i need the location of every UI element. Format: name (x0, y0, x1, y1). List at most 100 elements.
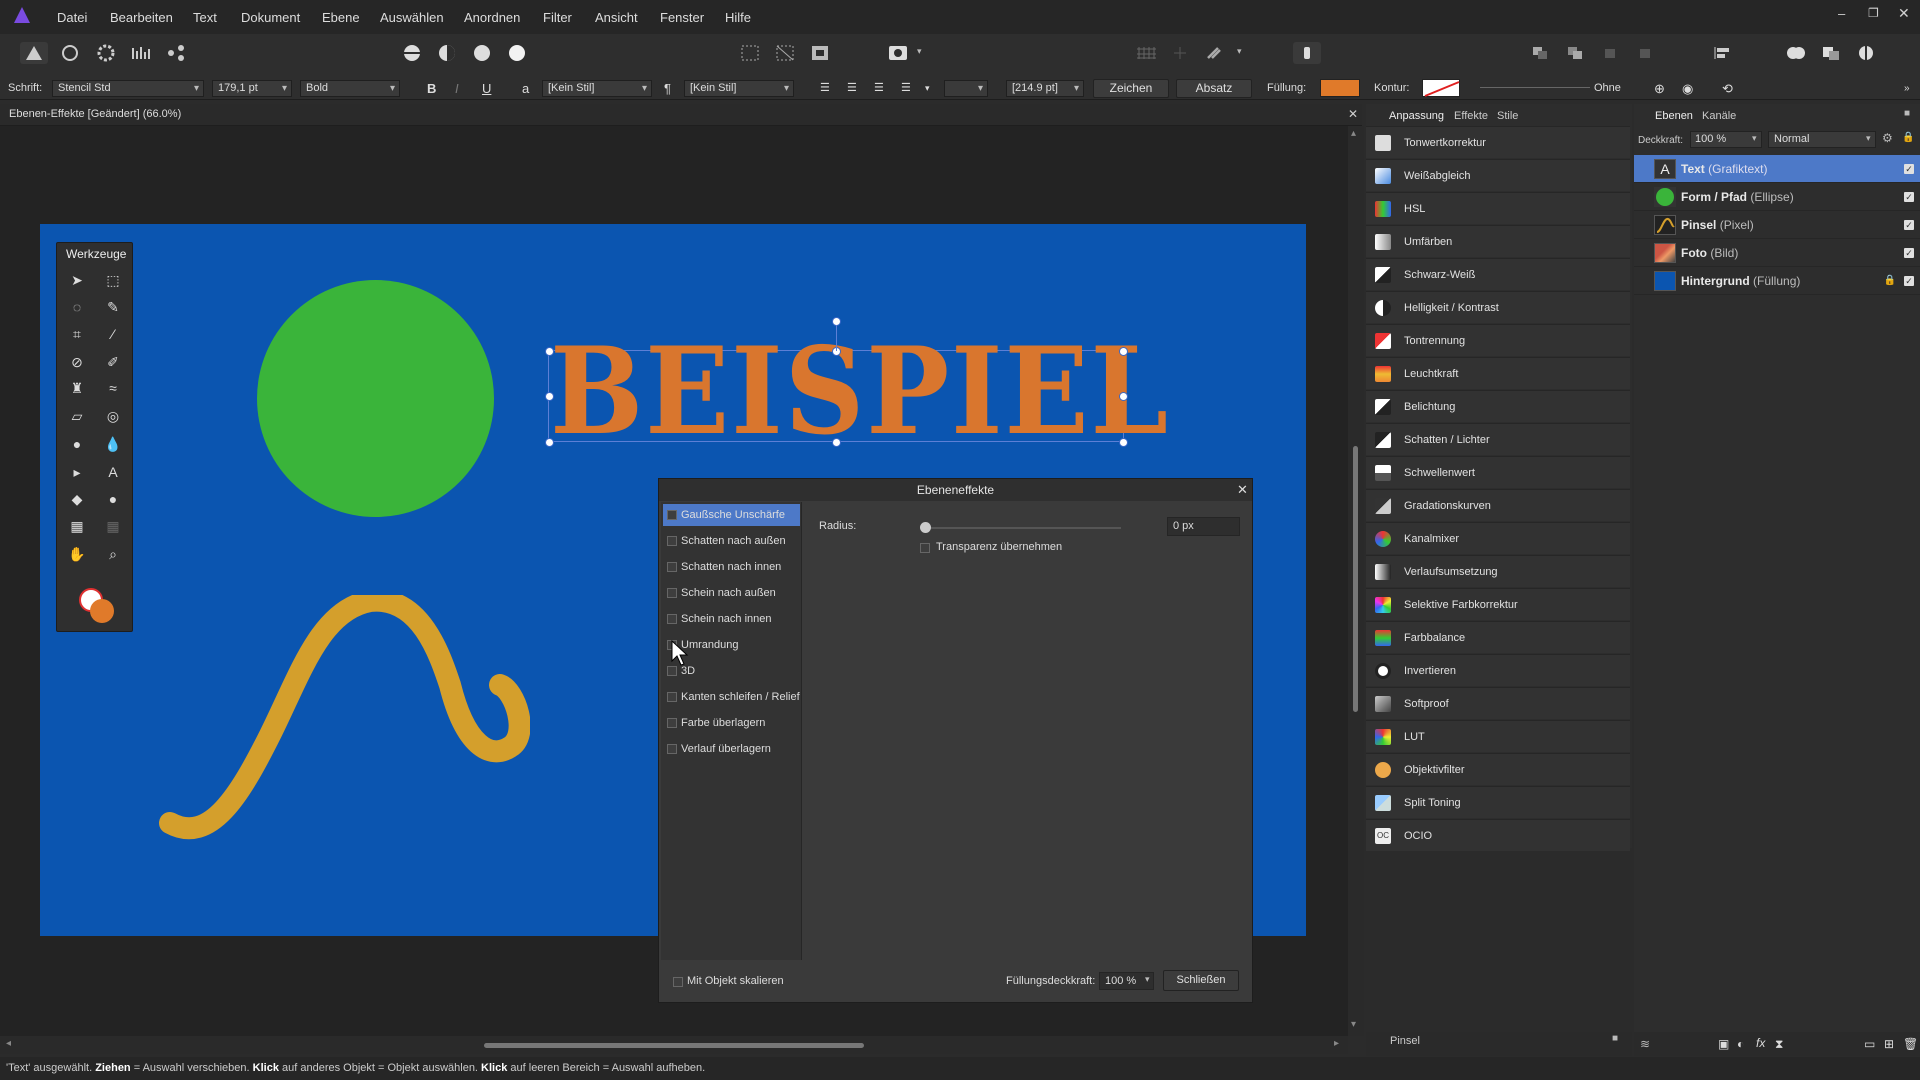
font-size-select[interactable]: 179,1 pt (212, 80, 292, 97)
v-scroll-thumb[interactable] (1353, 446, 1358, 712)
adj-objektivfilter[interactable]: Objektivfilter (1366, 753, 1630, 785)
more-options-icon[interactable]: » (1904, 80, 1910, 97)
adj-umfaerben[interactable]: Umfärben (1366, 225, 1630, 257)
perspective-tool-icon[interactable]: ▦ (102, 515, 124, 537)
h-scroll-thumb[interactable] (484, 1043, 864, 1048)
tab-kanaele[interactable]: Kanäle (1702, 110, 1736, 122)
healing-tool-icon[interactable]: ◎ (102, 405, 124, 427)
quick-mask-dropdown-icon[interactable]: ▾ (917, 46, 922, 57)
effect-inner-glow[interactable]: Schein nach innen (663, 608, 800, 630)
delete-layer-icon[interactable]: 🗑 (1903, 1037, 1918, 1051)
handle-tr[interactable] (1119, 347, 1128, 356)
fill-opacity-dropdown-icon[interactable]: ▾ (1145, 974, 1150, 985)
font-style-select[interactable]: Bold (300, 80, 400, 97)
boolean-add-icon[interactable] (1782, 42, 1810, 64)
layer-text[interactable]: A Text (Grafiktext) ✓ (1634, 155, 1920, 183)
handle-bm[interactable] (832, 438, 841, 447)
document-tab[interactable]: Ebenen-Effekte [Geändert] (66.0%) ✕ (0, 104, 1362, 126)
stroke-swatch[interactable] (1422, 79, 1460, 97)
snapping-dropdown-icon[interactable]: ▾ (1237, 46, 1242, 57)
smudge-tool-icon[interactable]: ≈ (102, 377, 124, 399)
photo-persona-icon[interactable] (20, 42, 48, 64)
absatz-button[interactable]: Absatz (1176, 79, 1252, 98)
effect-outer-glow[interactable]: Schein nach außen (663, 582, 800, 604)
adj-lut[interactable]: LUT (1366, 720, 1630, 752)
radius-input[interactable]: 0 px (1167, 517, 1240, 536)
visibility-checkbox[interactable]: ✓ (1904, 164, 1914, 174)
dialog-close-icon[interactable]: ✕ (1237, 482, 1248, 498)
tab-effekte[interactable]: Effekte (1454, 110, 1488, 122)
char-style-select[interactable]: [Kein Stil] (542, 80, 652, 97)
adj-selektive-farbkorrektur[interactable]: Selektive Farbkorrektur (1366, 588, 1630, 620)
arrange-front-icon[interactable] (1631, 42, 1659, 64)
menu-ansicht[interactable]: Ansicht (595, 10, 638, 25)
underline-button[interactable]: U (482, 80, 491, 97)
shape-tool-icon[interactable]: ● (102, 488, 124, 510)
close-document-icon[interactable]: ✕ (1348, 107, 1358, 121)
minimize-icon[interactable]: – (1838, 6, 1845, 21)
adj-ocio[interactable]: OC OCIO (1366, 819, 1630, 851)
menu-fenster[interactable]: Fenster (660, 10, 704, 25)
add-layer-icon[interactable]: ⊞ (1884, 1037, 1894, 1051)
selection-brush-tool-icon[interactable]: ✎ (102, 296, 124, 318)
list-style-select[interactable] (944, 80, 988, 97)
auto-levels-icon[interactable] (398, 42, 426, 64)
boolean-intersect-icon[interactable] (1852, 42, 1880, 64)
adj-kanalmixer[interactable]: Kanalmixer (1366, 522, 1630, 554)
selection-rect-icon[interactable] (736, 42, 764, 64)
handle-mr[interactable] (1119, 392, 1128, 401)
move-tool-icon[interactable]: ➤ (66, 269, 88, 291)
layer-foto[interactable]: Foto (Bild) ✓ (1634, 239, 1920, 267)
menu-anordnen[interactable]: Anordnen (464, 10, 520, 25)
arrange-backward-icon[interactable] (1561, 42, 1589, 64)
visibility-checkbox[interactable]: ✓ (1904, 276, 1914, 286)
effect-bevel-emboss[interactable]: Kanten schleifen / Relief (663, 686, 800, 708)
adj-hsl[interactable]: HSL (1366, 192, 1630, 224)
adj-schatten-lichter[interactable]: Schatten / Lichter (1366, 423, 1630, 455)
transform-icon[interactable]: ⊕ (1654, 80, 1665, 97)
canvas-text-beispiel[interactable]: BEISPIEL (550, 332, 1168, 452)
liquify-persona-icon[interactable] (56, 42, 84, 64)
paint-mixer-tool-icon[interactable]: ⊘ (66, 351, 88, 373)
justify-dropdown-icon[interactable]: ▾ (925, 80, 930, 97)
eraser-tool-icon[interactable]: ▱ (66, 405, 88, 427)
adj-tonwertkorrektur[interactable]: Tonwertkorrektur (1366, 126, 1630, 158)
invert-selection-icon[interactable] (806, 42, 834, 64)
fill-swatch[interactable] (1320, 79, 1360, 97)
scroll-up-icon[interactable]: ▴ (1351, 128, 1356, 139)
color-picker-tool-icon[interactable]: ⁄ (102, 323, 124, 345)
develop-persona-icon[interactable] (92, 42, 120, 64)
close-button[interactable]: Schließen (1163, 970, 1239, 991)
handle-bl[interactable] (545, 438, 554, 447)
italic-button[interactable]: I (455, 80, 459, 97)
adj-gradationskurven[interactable]: Gradationskurven (1366, 489, 1630, 521)
transparency-checkbox[interactable] (920, 543, 930, 553)
tab-ebenen[interactable]: Ebenen (1655, 110, 1693, 122)
tab-stile[interactable]: Stile (1497, 110, 1518, 122)
menu-text[interactable]: Text (193, 10, 217, 25)
handle-br[interactable] (1119, 438, 1128, 447)
layer-pinsel[interactable]: Pinsel (Pixel) ✓ (1634, 211, 1920, 239)
live-filter-icon[interactable]: ⧗ (1775, 1037, 1783, 1052)
scroll-down-icon[interactable]: ▾ (1351, 1019, 1356, 1030)
close-window-icon[interactable]: ✕ (1898, 5, 1910, 22)
layer-hintergrund[interactable]: Hintergrund (Füllung) 🔒 ✓ (1634, 267, 1920, 295)
effect-color-overlay[interactable]: Farbe überlagern (663, 712, 800, 734)
adj-verlaufsumsetzung[interactable]: Verlaufsumsetzung (1366, 555, 1630, 587)
snap-icon[interactable] (1166, 42, 1194, 64)
visibility-checkbox[interactable]: ✓ (1904, 192, 1914, 202)
menu-bearbeiten[interactable]: Bearbeiten (110, 10, 173, 25)
layer-locked-icon[interactable]: 🔒 (1884, 267, 1896, 295)
align-center-icon[interactable]: ☰ (847, 80, 857, 97)
radius-slider-thumb[interactable] (920, 522, 931, 533)
footer-menu-icon[interactable]: ■ (1612, 1033, 1618, 1044)
adj-weissabgleich[interactable]: Weißabgleich (1366, 159, 1630, 191)
blend-dropdown-icon[interactable]: ▾ (1866, 133, 1871, 144)
assistant-icon[interactable] (1293, 42, 1321, 64)
view-icon[interactable]: ◉ (1682, 80, 1693, 97)
lasso-tool-icon[interactable]: ◌ (66, 296, 88, 318)
green-ellipse[interactable] (257, 280, 494, 517)
radius-slider-track[interactable] (925, 527, 1121, 529)
align-icon[interactable] (1708, 42, 1736, 64)
grid-icon[interactable] (1132, 42, 1160, 64)
